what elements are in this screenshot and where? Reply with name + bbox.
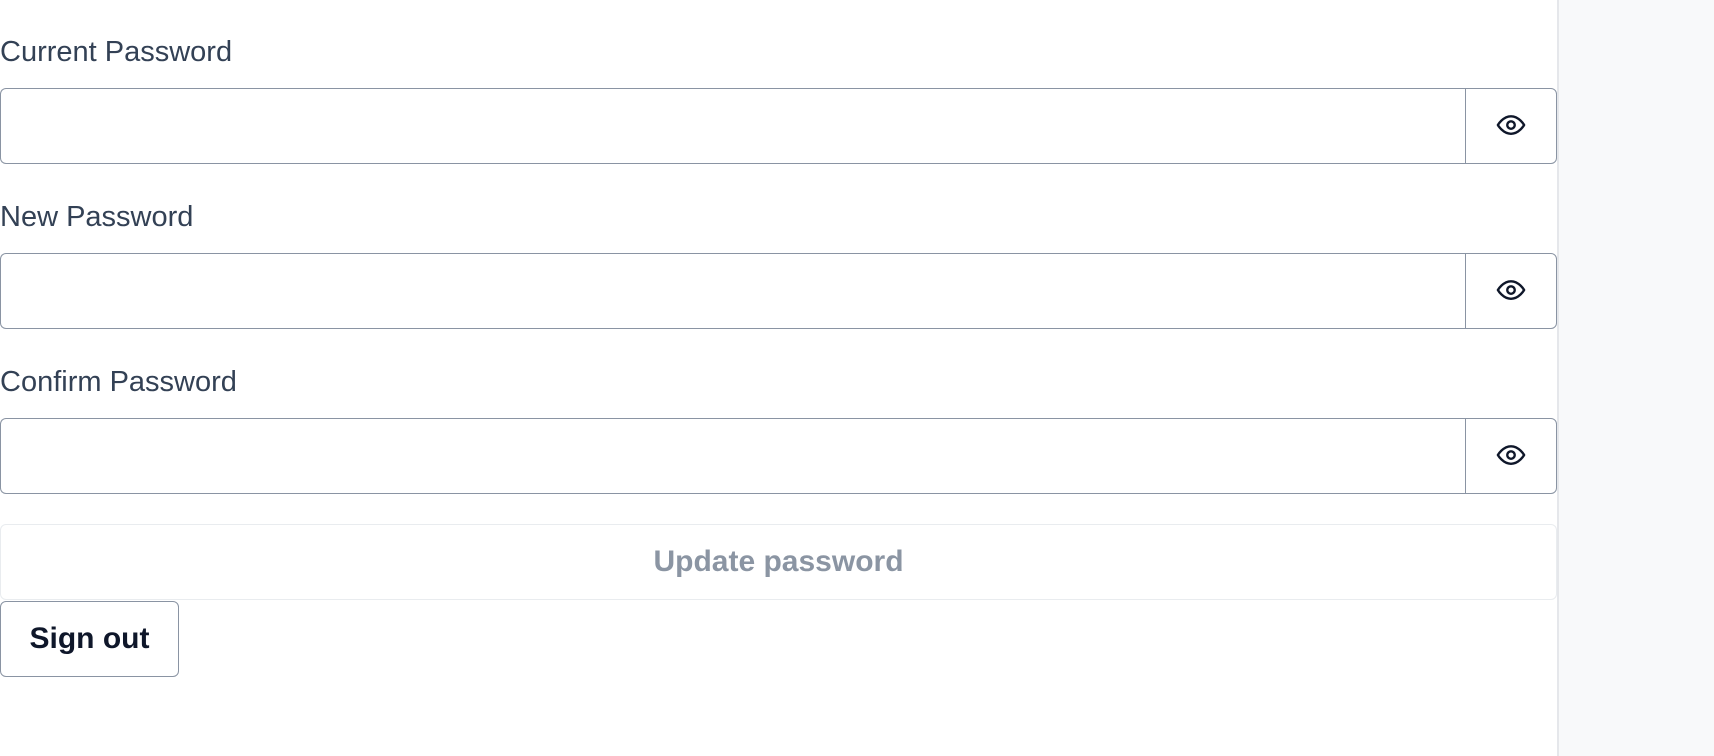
eye-icon [1496, 110, 1526, 143]
scrollbar-track[interactable] [1559, 0, 1714, 756]
update-password-button[interactable]: Update password [0, 524, 1557, 600]
current-password-label: Current Password [0, 36, 233, 68]
eye-icon [1496, 440, 1526, 473]
show-current-password-button[interactable] [1465, 88, 1557, 164]
new-password-input[interactable] [0, 253, 1465, 329]
current-password-input[interactable] [0, 88, 1465, 164]
eye-icon [1496, 275, 1526, 308]
password-settings-page: Current Password New Password Confirm Pa… [0, 0, 1714, 756]
confirm-password-row [0, 418, 1557, 494]
show-confirm-password-button[interactable] [1465, 418, 1557, 494]
confirm-password-label: Confirm Password [0, 366, 237, 398]
new-password-row [0, 253, 1557, 329]
confirm-password-input[interactable] [0, 418, 1465, 494]
new-password-label: New Password [0, 201, 194, 233]
sign-out-button[interactable]: Sign out [0, 601, 179, 677]
current-password-row [0, 88, 1557, 164]
show-new-password-button[interactable] [1465, 253, 1557, 329]
